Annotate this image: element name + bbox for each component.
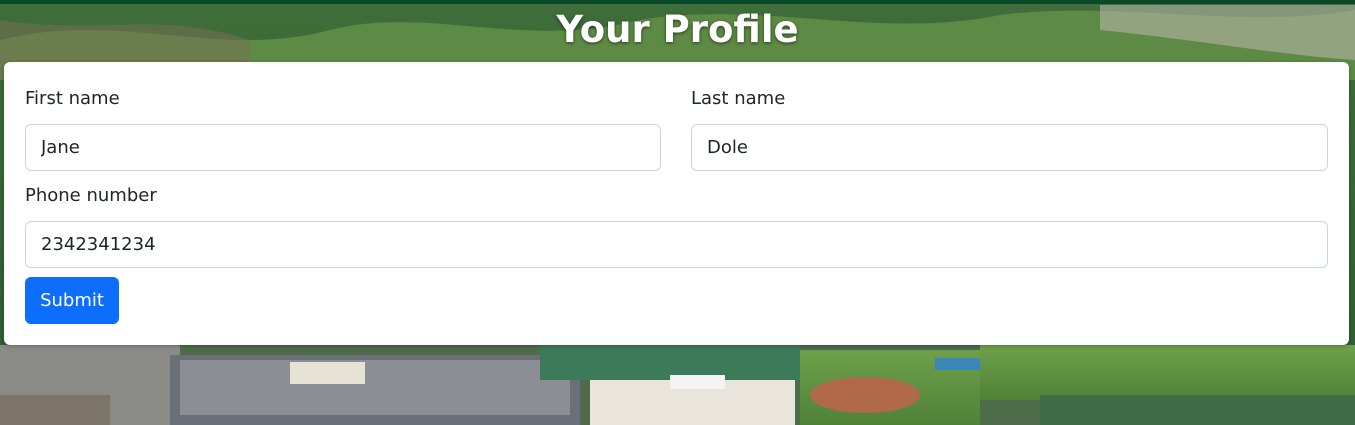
first-name-label: First name	[25, 88, 120, 109]
first-name-input[interactable]	[25, 124, 661, 171]
profile-form-card: First name Last name Phone number Submit	[4, 62, 1349, 345]
header-stripe	[0, 0, 1355, 4]
last-name-input[interactable]	[691, 124, 1328, 171]
last-name-group: Last name	[691, 88, 1328, 171]
phone-number-group: Phone number	[25, 185, 1328, 268]
page-title: Your Profile	[556, 8, 799, 51]
phone-number-input[interactable]	[25, 221, 1328, 268]
phone-number-label: Phone number	[25, 185, 157, 206]
first-name-group: First name	[25, 88, 661, 171]
last-name-label: Last name	[691, 88, 786, 109]
submit-button[interactable]: Submit	[25, 277, 119, 324]
